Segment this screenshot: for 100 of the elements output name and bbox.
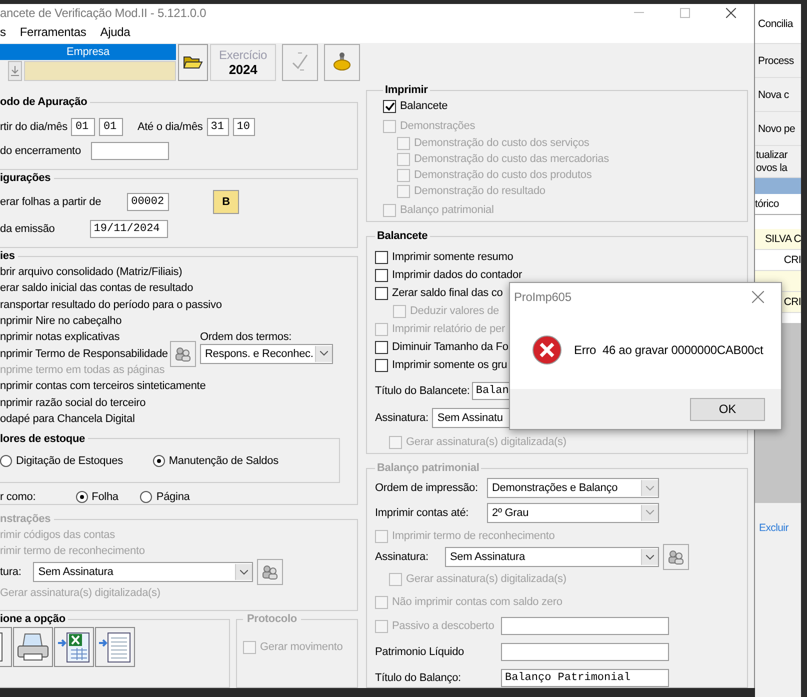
field-label: rtir do dia/mês <box>0 121 68 133</box>
field-label: Título do Balancete: <box>375 385 470 397</box>
text-field[interactable]: 10 <box>232 118 255 136</box>
menu-item[interactable]: s <box>0 25 6 40</box>
stamp-icon <box>333 52 351 72</box>
ok-button[interactable]: OK <box>690 398 765 420</box>
exercise-label: Exercício <box>219 48 267 62</box>
background-button[interactable]: Novo pe <box>755 112 801 146</box>
export-spreadsheet-button[interactable] <box>54 627 94 667</box>
menu-item[interactable]: Ajuda <box>100 25 130 40</box>
window-title: ancete de Verificação Mod.II - 5.121.0.0 <box>0 6 208 20</box>
minimize-icon <box>634 12 644 14</box>
checkbox-label: Gerar assinatura(s) digitalizada(s) <box>406 436 566 448</box>
group-title: Protocolo <box>246 613 298 625</box>
down-arrow-icon <box>11 66 19 76</box>
dropdown[interactable]: Demonstrações e Balanço <box>487 478 659 498</box>
checkbox[interactable] <box>375 340 388 354</box>
table-cell: SILVA C <box>755 229 801 250</box>
text-field[interactable] <box>501 617 669 635</box>
dropdown[interactable]: Respons. e Reconhec. <box>200 344 333 364</box>
text-field[interactable]: Balan <box>472 382 512 400</box>
signature-button[interactable] <box>663 544 689 570</box>
radio-label: Folha <box>92 490 118 503</box>
radio-button[interactable] <box>76 490 88 503</box>
maximize-icon <box>680 8 690 18</box>
checkbox-label: Passivo a descoberto <box>392 620 494 632</box>
exercise-year: 2024 <box>228 62 258 77</box>
checkbox-label: Imprimir somente resumo <box>392 251 514 263</box>
option-label: nprimir Nire no cabeçalho <box>0 315 123 328</box>
people-icon <box>261 564 280 580</box>
text-field[interactable] <box>501 643 669 661</box>
checkbox-label: Imprimir relatório de per <box>392 323 506 335</box>
field-label: Patrimonio Líquido <box>375 646 464 658</box>
error-message: Erro 46 ao gravar 0000000CAB00ct <box>574 343 764 357</box>
checkbox-label: Imprimir somente os gru <box>392 359 508 371</box>
radio-button[interactable] <box>140 490 152 503</box>
group-title: ies <box>0 250 16 262</box>
checkbox[interactable] <box>383 100 396 112</box>
radio-label: Digitação de Estoques <box>16 454 123 467</box>
checkbox-label: Demonstração do custo das mercadorias <box>414 153 609 165</box>
checkbox-label: Demonstração do custo dos serviços <box>414 137 590 149</box>
text-field[interactable]: 31 <box>206 118 229 136</box>
folder-icon <box>183 54 203 70</box>
confirm-button[interactable] <box>282 44 318 81</box>
print-button[interactable] <box>13 627 53 667</box>
error-icon <box>532 335 562 365</box>
option-label: nprimir notas explicativas <box>0 331 121 344</box>
field-label: Imprimir contas até: <box>375 506 470 518</box>
menu-item[interactable]: Ferramentas <box>20 25 86 40</box>
option-label: nprime termo em todas as páginas <box>0 364 166 376</box>
export-text-button[interactable] <box>95 627 135 667</box>
spreadsheet-icon <box>57 630 91 664</box>
b-button[interactable]: B <box>213 190 240 214</box>
field-label: r como: <box>0 490 36 503</box>
company-field[interactable] <box>24 60 176 81</box>
checkbox-label: Balanço patrimonial <box>400 204 494 216</box>
background-button[interactable]: tualizar ovos la <box>755 146 801 178</box>
stamp-button[interactable] <box>324 44 360 81</box>
radio-label: Página <box>156 490 190 503</box>
signature-button[interactable] <box>257 559 284 585</box>
background-link[interactable]: Excluir <box>755 503 801 553</box>
group-title: Imprimir <box>384 84 429 96</box>
checkbox-label: Gerar assinatura(s) digitalizada(s) <box>406 573 566 585</box>
signature-button[interactable] <box>170 340 196 367</box>
checkbox-label: Demonstração do resultado <box>414 185 546 197</box>
dropdown[interactable]: Sem Assinatura <box>445 547 659 567</box>
background-button[interactable]: Nova c <box>755 78 801 112</box>
checkbox-label: Não imprimir contas com saldo zero <box>392 596 562 608</box>
checkbox-label: Balancete <box>400 100 448 112</box>
field-label: Ordem de impressão: <box>375 482 479 494</box>
text-field[interactable]: 00002 <box>127 193 170 211</box>
option-label: rimir códigos das contas <box>0 529 116 541</box>
dropdown[interactable]: Sem Assinatura <box>33 562 254 582</box>
dropdown[interactable]: 2º Grau <box>487 502 659 522</box>
checkbox-label: Diminuir Tamanho da Fo <box>392 341 508 353</box>
group-title: Balanço patrimonial <box>376 462 480 474</box>
radio-button[interactable] <box>152 454 165 467</box>
checkbox[interactable] <box>375 286 388 300</box>
text-field[interactable] <box>90 142 169 160</box>
text-field[interactable]: Balanço Patrimonial <box>501 669 669 687</box>
download-button[interactable] <box>8 60 22 81</box>
text-field[interactable]: 01 <box>99 118 124 136</box>
open-button[interactable] <box>178 44 208 81</box>
close-icon <box>752 291 764 303</box>
document-icon <box>98 630 132 664</box>
people-icon <box>174 346 192 362</box>
option-label: ransportar resultado do período para o passivo <box>0 298 223 311</box>
radio-button[interactable] <box>0 454 12 467</box>
checkbox[interactable] <box>375 250 388 264</box>
text-field[interactable]: 01 <box>71 118 96 136</box>
option-label: odapé para Chancela Digital <box>0 412 136 425</box>
group-title: odo de Apuração <box>0 96 88 108</box>
field-label: Ordem dos termos: <box>200 331 293 344</box>
checkbox[interactable] <box>375 358 388 372</box>
checkbox[interactable] <box>375 268 388 282</box>
option-label: erar saldo inicial das contas de resultado <box>0 282 194 294</box>
field-label: erar folhas a partir de <box>0 196 102 208</box>
column-header: tórico <box>755 194 801 215</box>
text-field[interactable]: 19/11/2024 <box>90 220 168 238</box>
background-button[interactable]: Process <box>755 44 801 78</box>
